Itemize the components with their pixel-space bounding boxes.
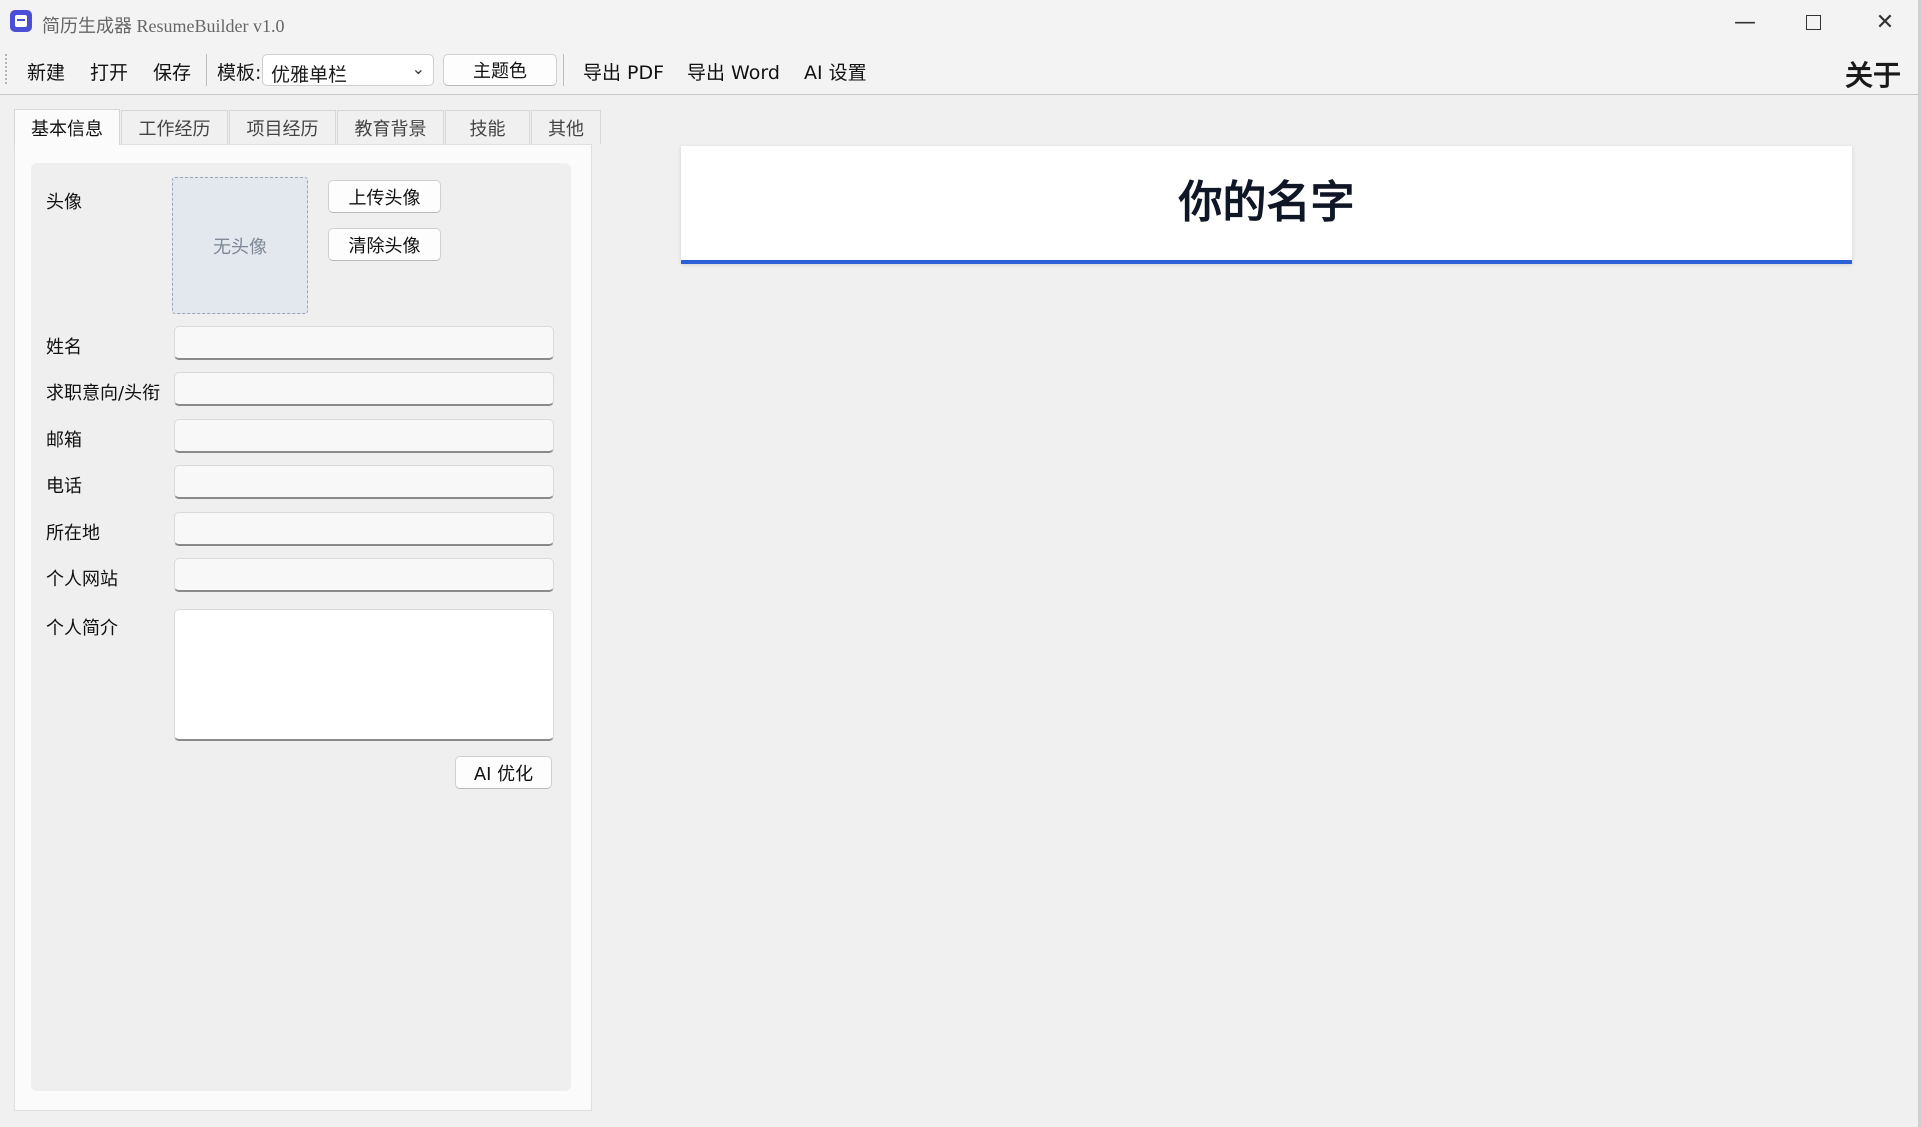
resume-preview: 你的名字: [681, 146, 1852, 264]
tab-skills[interactable]: 技能: [445, 110, 530, 144]
ai-settings-button[interactable]: AI 设置: [804, 58, 867, 85]
tab-other[interactable]: 其他: [531, 110, 601, 144]
job-title-field[interactable]: [174, 372, 554, 406]
template-select-value: 优雅单栏: [271, 64, 348, 86]
tab-work-experience[interactable]: 工作经历: [121, 110, 228, 144]
website-field[interactable]: [174, 558, 554, 592]
close-icon: ✕: [1875, 9, 1895, 35]
preview-name: 你的名字: [1178, 177, 1355, 228]
minimize-button[interactable]: —: [1711, 0, 1779, 44]
summary-textarea[interactable]: [174, 609, 554, 741]
title-bar: 简历生成器 ResumeBuilder v1.0 — ✕: [0, 0, 1921, 44]
tab-education[interactable]: 教育背景: [337, 110, 444, 144]
preview-accent-rule: [681, 260, 1852, 264]
location-field[interactable]: [174, 512, 554, 546]
summary-label: 个人简介: [46, 618, 118, 639]
template-select[interactable]: 优雅单栏 ⌄: [262, 54, 434, 86]
name-field[interactable]: [174, 326, 554, 360]
maximize-button[interactable]: [1779, 0, 1847, 44]
export-pdf-button[interactable]: 导出 PDF: [583, 58, 664, 85]
name-label: 姓名: [46, 337, 82, 358]
job-title-label: 求职意向/头衔: [46, 383, 161, 404]
upload-avatar-button[interactable]: 上传头像: [328, 180, 441, 213]
tab-basic-info[interactable]: 基本信息: [14, 109, 120, 145]
avatar-placeholder-text: 无头像: [213, 236, 267, 258]
close-button[interactable]: ✕: [1851, 0, 1919, 44]
ai-optimize-button[interactable]: AI 优化: [455, 756, 552, 789]
email-label: 邮箱: [46, 430, 82, 451]
new-button[interactable]: 新建: [27, 58, 65, 85]
toolbar-separator: [563, 54, 564, 86]
toolbar: 新建 打开 保存 模板: 优雅单栏 ⌄ 主题色 导出 PDF 导出 Word A…: [0, 44, 1921, 95]
chevron-down-icon: ⌄: [411, 59, 425, 78]
about-button[interactable]: 关于: [1845, 54, 1901, 94]
toolbar-separator: [206, 54, 207, 86]
template-label: 模板:: [217, 62, 262, 84]
website-label: 个人网站: [46, 569, 118, 590]
export-word-button[interactable]: 导出 Word: [687, 58, 780, 85]
save-button[interactable]: 保存: [153, 58, 191, 85]
window-title: 简历生成器 ResumeBuilder v1.0: [42, 16, 285, 36]
open-button[interactable]: 打开: [90, 58, 128, 85]
phone-label: 电话: [46, 476, 82, 497]
phone-field[interactable]: [174, 465, 554, 499]
avatar-label: 头像: [46, 192, 82, 213]
maximize-icon: [1805, 14, 1821, 30]
theme-color-button[interactable]: 主题色: [443, 54, 557, 86]
email-field[interactable]: [174, 419, 554, 453]
toolbar-grip[interactable]: [5, 54, 9, 84]
location-label: 所在地: [46, 523, 100, 544]
minimize-icon: —: [1734, 9, 1756, 35]
clear-avatar-button[interactable]: 清除头像: [328, 228, 441, 261]
tab-projects[interactable]: 项目经历: [229, 110, 336, 144]
app-icon: [10, 10, 32, 32]
avatar-placeholder: 无头像: [172, 177, 308, 314]
